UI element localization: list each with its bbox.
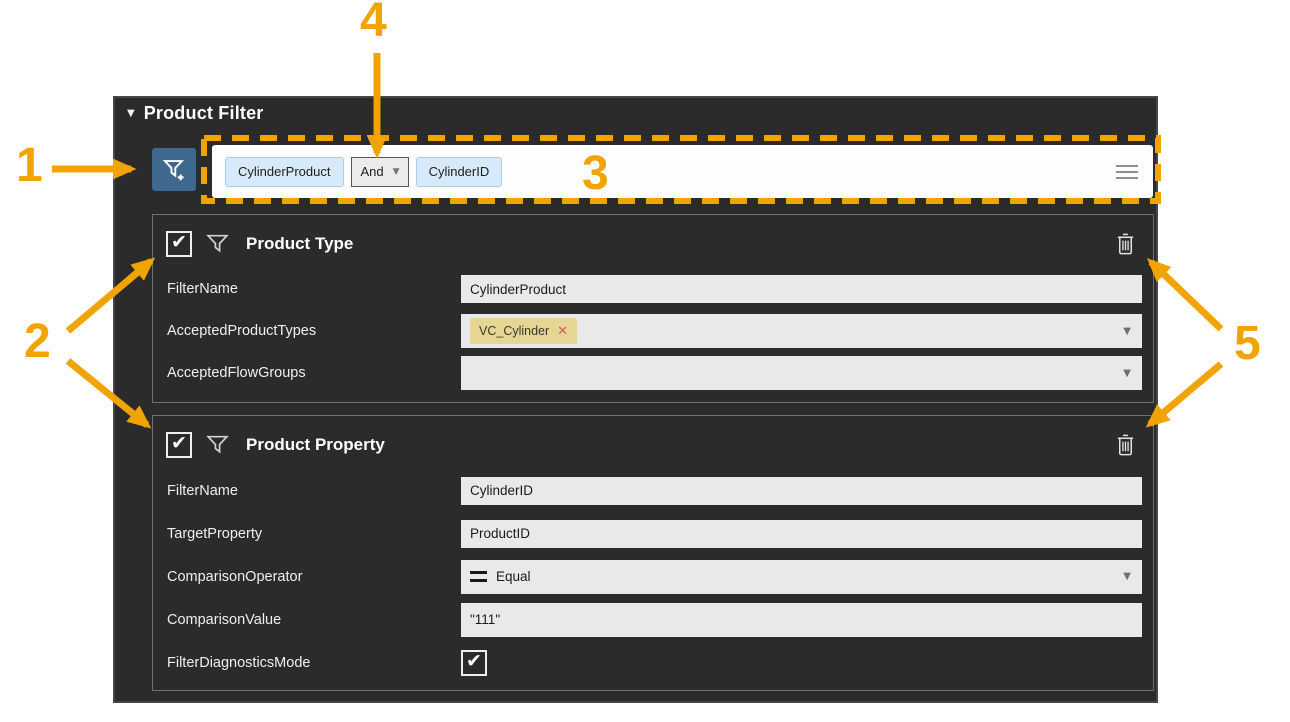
field-row: FilterDiagnosticsMode ✔ [167,641,1142,684]
field-value: "111" [470,612,500,627]
filter-chip-cylinderid[interactable]: CylinderID [416,157,503,187]
field-value: Equal [496,569,531,584]
targetproperty-input[interactable]: ProductID [461,520,1142,548]
field-row: FilterName CylinderProduct [167,268,1142,310]
filter-chip-label: CylinderID [429,164,490,179]
funnel-plus-icon [161,156,188,183]
chevron-down-icon: ▼ [393,167,400,177]
panel-header[interactable]: ▼ Product Filter [127,103,264,124]
trash-icon [1114,231,1137,256]
filter-card-product-property: ✔ Product Property FilterName CylinderID [152,415,1154,691]
check-icon: ✔ [171,233,187,252]
hamburger-menu-icon[interactable] [1114,161,1140,183]
field-label: FilterDiagnosticsMode [167,655,461,671]
funnel-icon [205,231,230,256]
acceptedproducttypes-dropdown[interactable]: VC_Cylinder ✕ ▼ [461,314,1142,348]
field-row: AcceptedProductTypes VC_Cylinder ✕ ▼ [167,310,1142,352]
operator-dropdown[interactable]: And ▼ [351,157,409,187]
check-icon: ✔ [171,434,187,453]
filter-chip-cylinderproduct[interactable]: CylinderProduct [225,157,344,187]
add-filter-button[interactable] [152,148,196,191]
arrow-5b [1150,364,1221,424]
chevron-down-icon: ▼ [1123,368,1133,379]
field-label: ComparisonValue [167,612,461,628]
remove-tag-icon[interactable]: ✕ [557,324,568,339]
arrow-5a [1151,262,1221,329]
annotation-number-5: 5 [1234,320,1261,368]
filter-expression-bar: CylinderProduct And ▼ CylinderID [212,145,1153,198]
delete-filter-button[interactable] [1114,231,1137,256]
acceptedflowgroups-dropdown[interactable]: ▼ [461,356,1142,390]
card-fields: FilterName CylinderID TargetProperty Pro… [153,469,1153,684]
field-row: ComparisonOperator Equal ▼ [167,555,1142,598]
field-label: FilterName [167,281,461,297]
funnel-icon [205,432,230,457]
page-title: Product Filter [144,103,264,124]
card-header: ✔ Product Type [153,215,1153,261]
annotation-number-4: 4 [360,0,387,45]
card-title: Product Type [246,234,353,254]
comparisonvalue-input[interactable]: "111" [461,603,1142,637]
field-row: AcceptedFlowGroups ▼ [167,352,1142,394]
field-row: TargetProperty ProductID [167,512,1142,555]
field-row: FilterName CylinderID [167,469,1142,512]
filter-chip-label: CylinderProduct [238,164,331,179]
chevron-down-icon: ▼ [1123,326,1133,337]
filter-enabled-checkbox[interactable]: ✔ [166,231,192,257]
check-icon: ✔ [466,652,482,671]
trash-icon [1114,432,1137,457]
field-label: TargetProperty [167,526,461,542]
card-fields: FilterName CylinderProduct AcceptedProdu… [153,268,1153,394]
field-label: FilterName [167,483,461,499]
tag-label: VC_Cylinder [479,324,549,338]
filtername-input[interactable]: CylinderID [461,477,1142,505]
operator-value: And [361,164,384,179]
equals-icon [470,571,487,582]
field-value: CylinderProduct [470,282,566,297]
filterdiagnosticsmode-checkbox[interactable]: ✔ [461,650,487,676]
annotation-number-2: 2 [24,318,51,366]
tag-vc-cylinder[interactable]: VC_Cylinder ✕ [470,318,577,344]
filtername-input[interactable]: CylinderProduct [461,275,1142,303]
filter-card-product-type: ✔ Product Type FilterName CylinderProduc… [152,214,1154,403]
annotation-number-3: 3 [582,150,609,198]
collapse-triangle-icon[interactable]: ▼ [127,108,135,119]
annotation-number-1: 1 [16,142,43,190]
card-header: ✔ Product Property [153,416,1153,462]
chevron-down-icon: ▼ [1123,571,1133,582]
field-value: ProductID [470,526,530,541]
field-label: AcceptedFlowGroups [167,365,461,381]
field-value: CylinderID [470,483,533,498]
field-row: ComparisonValue "111" [167,598,1142,641]
field-label: AcceptedProductTypes [167,323,461,339]
product-filter-panel: ▼ Product Filter CylinderProduct And ▼ C… [113,96,1158,703]
card-title: Product Property [246,435,385,455]
delete-filter-button[interactable] [1114,432,1137,457]
comparisonoperator-dropdown[interactable]: Equal ▼ [461,560,1142,594]
field-label: ComparisonOperator [167,569,461,585]
filter-enabled-checkbox[interactable]: ✔ [166,432,192,458]
